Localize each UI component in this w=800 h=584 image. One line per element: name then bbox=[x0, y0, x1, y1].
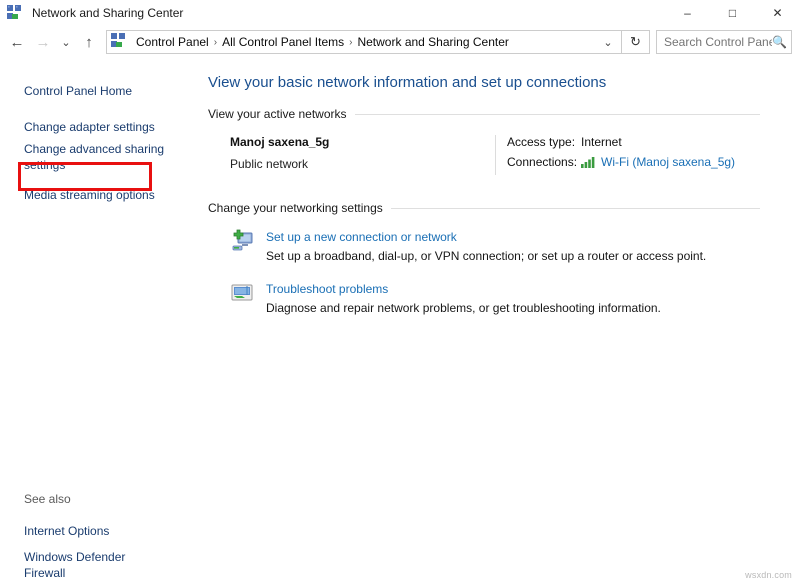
change-settings-heading: Change your networking settings bbox=[208, 201, 760, 215]
back-icon[interactable]: ← bbox=[4, 28, 30, 56]
see-also-section: See also Internet Options Windows Defend… bbox=[0, 492, 200, 584]
watermark: wsxdn.com bbox=[745, 570, 792, 580]
navigation-bar: ← → ⌄ ↑ Control Panel › All Control Pane… bbox=[0, 26, 800, 58]
access-type-value: Internet bbox=[581, 135, 622, 149]
sidebar-item-change-advanced-sharing-settings[interactable]: Change advanced sharing settings bbox=[0, 138, 170, 176]
up-icon[interactable]: ↑ bbox=[76, 28, 102, 56]
address-network-sharing-icon bbox=[109, 32, 129, 52]
see-also-title: See also bbox=[24, 492, 71, 506]
change-settings-label: Change your networking settings bbox=[208, 201, 383, 215]
breadcrumb-item-all-control-panel-items[interactable]: All Control Panel Items bbox=[218, 35, 348, 49]
new-connection-link[interactable]: Set up a new connection or network bbox=[266, 230, 706, 244]
network-details: Access type: Internet Connections: Wi-Fi… bbox=[495, 135, 735, 175]
section-divider bbox=[354, 113, 760, 115]
main-panel: View your basic network information and … bbox=[200, 58, 800, 584]
network-identity: Manoj saxena_5g Public network bbox=[230, 135, 495, 175]
sidebar-item-media-streaming-options[interactable]: Media streaming options bbox=[0, 184, 170, 206]
sidebar: Control Panel Home Change adapter settin… bbox=[0, 58, 200, 584]
sidebar-item-control-panel-home[interactable]: Control Panel Home bbox=[0, 80, 170, 102]
access-type-label: Access type: bbox=[507, 135, 576, 149]
refresh-button[interactable]: ↻ bbox=[622, 30, 650, 54]
access-type-row: Access type: Internet bbox=[507, 135, 735, 149]
forward-icon[interactable]: → bbox=[30, 28, 56, 56]
active-networks-label: View your active networks bbox=[208, 107, 347, 121]
connections-label: Connections: bbox=[507, 155, 578, 169]
setting-item-new-connection[interactable]: Set up a new connection or network Set u… bbox=[208, 229, 760, 263]
network-sharing-icon bbox=[6, 5, 24, 21]
wifi-signal-icon bbox=[581, 156, 597, 168]
minimize-button[interactable]: – bbox=[665, 0, 710, 26]
troubleshoot-text: Troubleshoot problems Diagnose and repai… bbox=[266, 281, 661, 315]
recent-locations-icon[interactable]: ⌄ bbox=[56, 28, 76, 56]
page-title: View your basic network information and … bbox=[208, 74, 607, 91]
search-icon[interactable]: 🔍 bbox=[772, 35, 787, 49]
sidebar-item-internet-options[interactable]: Internet Options bbox=[0, 518, 170, 544]
section-divider bbox=[390, 207, 760, 209]
close-button[interactable]: ✕ bbox=[755, 0, 800, 26]
connections-row: Connections: Wi-Fi (Manoj saxena_5g) bbox=[507, 155, 735, 169]
content-area: Control Panel Home Change adapter settin… bbox=[0, 58, 800, 584]
troubleshoot-description: Diagnose and repair network problems, or… bbox=[266, 301, 661, 315]
search-input[interactable] bbox=[664, 35, 772, 49]
window-title: Network and Sharing Center bbox=[32, 6, 184, 20]
sidebar-item-windows-defender-firewall[interactable]: Windows Defender Firewall bbox=[0, 544, 170, 584]
network-sharing-center-window: Network and Sharing Center – □ ✕ ← → ⌄ ↑… bbox=[0, 0, 800, 584]
troubleshoot-icon bbox=[230, 281, 254, 305]
maximize-button[interactable]: □ bbox=[710, 0, 755, 26]
new-connection-description: Set up a broadband, dial-up, or VPN conn… bbox=[266, 249, 707, 263]
address-bar[interactable]: Control Panel › All Control Panel Items … bbox=[106, 30, 622, 54]
window-controls: – □ ✕ bbox=[665, 0, 800, 26]
network-profile-type: Public network bbox=[230, 157, 309, 171]
network-name: Manoj saxena_5g bbox=[230, 135, 330, 149]
search-box[interactable]: 🔍 bbox=[656, 30, 792, 54]
sidebar-item-change-adapter-settings[interactable]: Change adapter settings bbox=[0, 116, 170, 138]
chevron-down-icon[interactable]: ⌄ bbox=[595, 31, 621, 53]
breadcrumb-item-control-panel[interactable]: Control Panel bbox=[132, 35, 213, 49]
new-connection-icon bbox=[230, 229, 254, 253]
active-networks-heading: View your active networks bbox=[208, 107, 760, 121]
active-networks-block: Manoj saxena_5g Public network Access ty… bbox=[208, 135, 760, 175]
new-connection-text: Set up a new connection or network Set u… bbox=[266, 229, 706, 263]
breadcrumb-item-network-and-sharing-center[interactable]: Network and Sharing Center bbox=[353, 35, 512, 49]
troubleshoot-link[interactable]: Troubleshoot problems bbox=[266, 282, 661, 296]
title-bar: Network and Sharing Center – □ ✕ bbox=[0, 0, 800, 26]
connections-value[interactable]: Wi-Fi (Manoj saxena_5g) bbox=[601, 155, 735, 169]
setting-item-troubleshoot[interactable]: Troubleshoot problems Diagnose and repai… bbox=[208, 281, 760, 315]
